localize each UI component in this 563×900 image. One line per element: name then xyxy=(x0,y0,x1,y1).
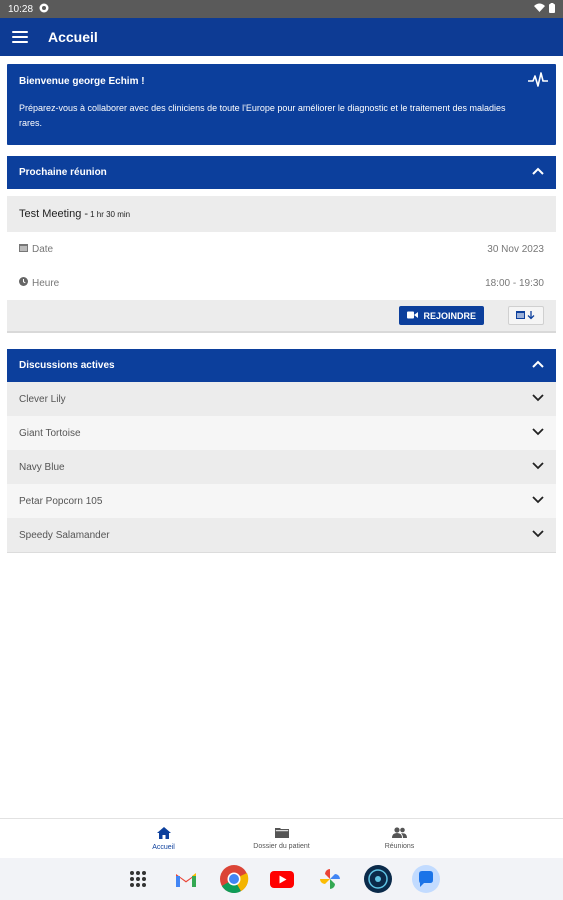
discussions-header[interactable]: Discussions actives xyxy=(7,349,556,382)
nav-patient-file[interactable]: Dossier du patient xyxy=(223,819,341,858)
nav-patient-file-label: Dossier du patient xyxy=(253,843,310,850)
nav-home-label: Accueil xyxy=(152,843,175,851)
bottom-navigation: Accueil Dossier du patient Réunions xyxy=(0,818,563,858)
app-icon[interactable] xyxy=(362,863,394,895)
discussion-item[interactable]: Navy Blue xyxy=(7,450,556,484)
next-meeting-panel: Prochaine réunion Test Meeting - 1 hr 30… xyxy=(7,156,556,333)
chevron-up-icon[interactable] xyxy=(532,360,544,371)
active-discussions-panel: Discussions actives Clever Lily Giant To… xyxy=(7,349,556,553)
people-icon xyxy=(392,827,407,840)
status-time: 10:28 xyxy=(8,3,34,15)
calendar-icon xyxy=(19,243,28,255)
video-camera-icon xyxy=(407,311,419,321)
heartbeat-icon xyxy=(528,72,548,93)
discussion-label: Speedy Salamander xyxy=(19,529,110,541)
messages-icon[interactable] xyxy=(410,863,442,895)
join-label: REJOINDRE xyxy=(423,310,476,321)
meeting-name: Test Meeting - xyxy=(19,208,89,220)
discussion-item[interactable]: Clever Lily xyxy=(7,382,556,416)
apps-icon[interactable] xyxy=(122,863,154,895)
chevron-up-icon[interactable] xyxy=(532,167,544,178)
add-to-calendar-button[interactable] xyxy=(508,306,544,325)
chevron-down-icon[interactable] xyxy=(532,495,544,507)
next-meeting-header[interactable]: Prochaine réunion xyxy=(7,156,556,189)
welcome-text: Préparez-vous à collaborer avec des clin… xyxy=(19,103,506,128)
chevron-down-icon[interactable] xyxy=(532,427,544,439)
app-bar: Accueil xyxy=(0,18,563,56)
folder-icon xyxy=(274,827,289,840)
discussions-list: Clever Lily Giant Tortoise Navy Blue Pet… xyxy=(7,382,556,553)
join-button[interactable]: REJOINDRE xyxy=(399,306,484,325)
discussions-title: Discussions actives xyxy=(19,360,115,371)
meeting-duration: 1 hr 30 min xyxy=(90,209,131,219)
welcome-title: Bienvenue george Echim ! xyxy=(19,76,145,87)
gmail-icon[interactable] xyxy=(170,863,202,895)
discussion-label: Giant Tortoise xyxy=(19,427,81,439)
date-label: Date xyxy=(32,243,54,255)
discussion-item[interactable]: Giant Tortoise xyxy=(7,416,556,450)
system-dock xyxy=(0,858,563,900)
chevron-down-icon[interactable] xyxy=(532,529,544,541)
menu-icon[interactable] xyxy=(12,31,28,43)
meeting-name-row: Test Meeting - 1 hr 30 min xyxy=(7,196,556,232)
discussion-label: Navy Blue xyxy=(19,461,65,473)
nav-home[interactable]: Accueil xyxy=(105,819,223,858)
chevron-down-icon[interactable] xyxy=(532,461,544,473)
page-title: Accueil xyxy=(48,29,98,45)
chrome-icon[interactable] xyxy=(218,863,250,895)
notification-icon xyxy=(39,3,49,16)
nav-meetings-label: Réunions xyxy=(384,843,415,850)
home-icon xyxy=(156,826,171,841)
time-label: Heure xyxy=(32,277,60,289)
meeting-date-row: Date 30 Nov 2023 xyxy=(7,232,556,266)
discussion-label: Clever Lily xyxy=(19,393,66,405)
chevron-down-icon[interactable] xyxy=(532,393,544,405)
status-bar: 10:28 xyxy=(0,0,563,18)
discussion-label: Petar Popcorn 105 xyxy=(19,495,103,507)
wifi-icon xyxy=(534,3,545,15)
battery-icon xyxy=(549,2,555,16)
main-content: Bienvenue george Echim ! Préparez-vous à… xyxy=(0,56,563,553)
clock-icon xyxy=(19,277,28,289)
date-value: 30 Nov 2023 xyxy=(487,243,544,255)
meeting-time-row: Heure 18:00 - 19:30 xyxy=(7,266,556,300)
calendar-download-icon xyxy=(516,307,536,325)
discussion-item[interactable]: Petar Popcorn 105 xyxy=(7,484,556,518)
time-value: 18:00 - 19:30 xyxy=(485,277,544,289)
photos-icon[interactable] xyxy=(314,863,346,895)
discussion-item[interactable]: Speedy Salamander xyxy=(7,518,556,552)
meeting-actions: REJOINDRE xyxy=(7,300,556,333)
next-meeting-title: Prochaine réunion xyxy=(19,167,107,178)
welcome-card: Bienvenue george Echim ! Préparez-vous à… xyxy=(7,64,556,145)
youtube-icon[interactable] xyxy=(266,863,298,895)
nav-meetings[interactable]: Réunions xyxy=(341,819,459,858)
